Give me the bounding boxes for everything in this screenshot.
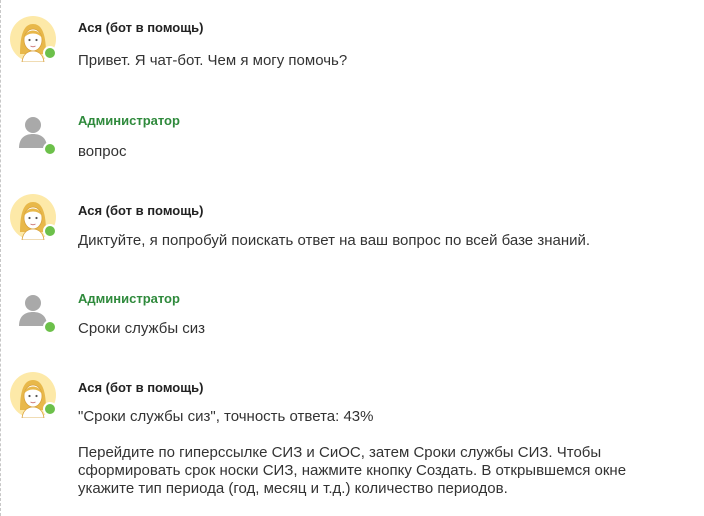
message-paragraph: Сроки службы сиз xyxy=(78,320,206,337)
message-paragraph: Диктуйте, я попробуй поискать ответ на в… xyxy=(78,232,591,249)
online-status-icon xyxy=(43,224,57,238)
admin-avatar xyxy=(10,286,57,334)
online-status-icon xyxy=(43,320,57,334)
message-paragraph: вопрос xyxy=(78,143,127,160)
chat-message: Ася (бот в помощь) Привет. Я чат-бот. Че… xyxy=(0,16,704,76)
chat-message: Ася (бот в помощь) "Сроки службы сиз", т… xyxy=(0,372,704,512)
message-text: Сроки службы сиз xyxy=(78,320,678,338)
chat-message: Администратор вопрос xyxy=(0,108,704,168)
message-text: Привет. Я чат-бот. Чем я могу помочь? xyxy=(78,52,678,70)
message-paragraph: "Сроки службы сиз", точность ответа: 43% xyxy=(78,408,374,425)
message-sender-name: Ася (бот в помощь) xyxy=(78,203,204,218)
message-paragraph: Перейдите по гиперссылке СИЗ и СиОС, зат… xyxy=(78,444,627,497)
chat-message: Ася (бот в помощь) Диктуйте, я попробуй … xyxy=(0,194,704,254)
bot-avatar xyxy=(10,16,57,62)
admin-avatar xyxy=(10,108,57,156)
online-status-icon xyxy=(43,142,57,156)
bot-avatar xyxy=(10,372,57,418)
online-status-icon xyxy=(43,402,57,416)
bot-avatar xyxy=(10,194,57,240)
message-sender-name: Ася (бот в помощь) xyxy=(78,20,204,35)
message-sender-name: Ася (бот в помощь) xyxy=(78,380,204,395)
chat-message: Администратор Сроки службы сиз xyxy=(0,286,704,346)
message-sender-name: Администратор xyxy=(78,291,180,306)
message-text: вопрос xyxy=(78,143,678,161)
message-paragraph: Привет. Я чат-бот. Чем я могу помочь? xyxy=(78,52,348,69)
message-text: Диктуйте, я попробуй поискать ответ на в… xyxy=(78,232,678,250)
message-text: "Сроки службы сиз", точность ответа: 43%… xyxy=(78,408,658,498)
online-status-icon xyxy=(43,46,57,60)
message-sender-name: Администратор xyxy=(78,113,180,128)
